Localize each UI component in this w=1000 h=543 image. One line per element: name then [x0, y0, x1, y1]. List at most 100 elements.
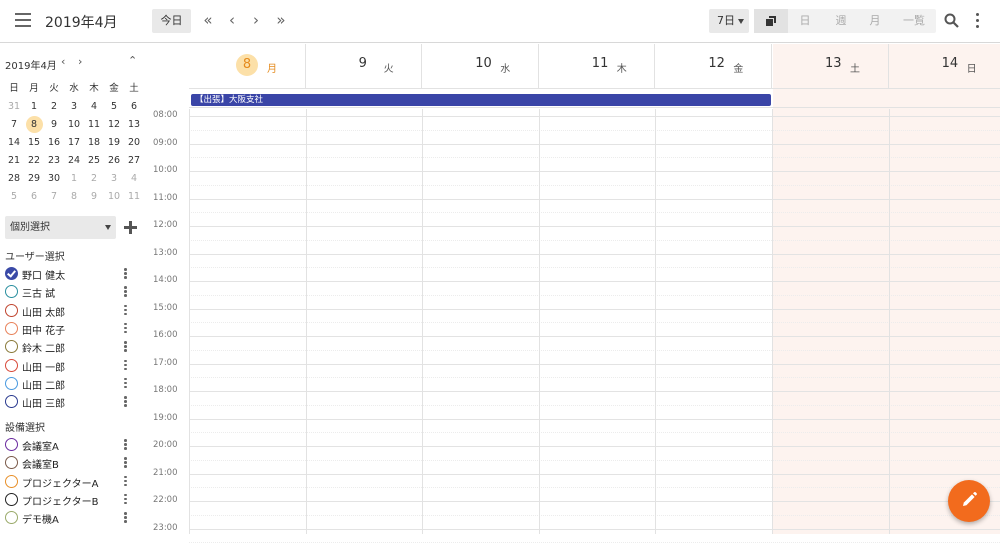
mini-day-cell[interactable]: 1 [64, 170, 84, 188]
mini-day-cell[interactable]: 7 [4, 116, 24, 134]
day-header[interactable]: 12 金 [655, 44, 772, 88]
item-menu-icon[interactable] [124, 359, 127, 372]
mode-button-month[interactable]: 月 [860, 9, 890, 33]
day-header[interactable]: 11 木 [539, 44, 656, 88]
create-event-button[interactable] [948, 480, 990, 522]
mini-day-cell[interactable]: 1 [24, 98, 44, 116]
more-options-icon[interactable] [976, 13, 980, 29]
mini-day-cell[interactable]: 29 [24, 170, 44, 188]
item-menu-icon[interactable] [124, 268, 127, 280]
mini-day-cell[interactable]: 6 [124, 98, 144, 116]
add-icon[interactable] [124, 221, 137, 234]
color-ring-icon[interactable] [5, 285, 18, 299]
today-button[interactable]: 今日 [152, 9, 191, 33]
user-item[interactable]: 山田 太郎 [4, 302, 134, 320]
facility-item[interactable]: デモ機A [4, 509, 134, 527]
collapse-chevron-up-icon[interactable]: ⌃ [128, 54, 137, 67]
double-chevron-right-icon[interactable]: » [272, 11, 290, 29]
mini-day-cell[interactable]: 23 [44, 152, 64, 170]
mini-day-cell[interactable]: 2 [44, 98, 64, 116]
day-header[interactable]: 13 土 [772, 44, 889, 88]
mode-button-day[interactable]: 日 [790, 9, 820, 33]
facility-item[interactable]: プロジェクターB [4, 491, 134, 509]
mini-chevron-left-icon[interactable]: ‹ [61, 55, 65, 68]
color-ring-icon[interactable] [5, 321, 18, 335]
mini-chevron-right-icon[interactable]: › [78, 55, 82, 68]
user-item[interactable]: 山田 一郎 [4, 357, 134, 375]
mini-day-cell[interactable]: 28 [4, 170, 24, 188]
mode-button-multi[interactable] [754, 9, 788, 33]
chevron-right-icon[interactable]: › [247, 11, 265, 29]
mini-day-cell[interactable]: 3 [64, 98, 84, 116]
item-menu-icon[interactable] [124, 396, 127, 408]
mini-day-cell[interactable]: 7 [44, 188, 64, 206]
day-header[interactable]: 14 日 [889, 44, 1000, 88]
mini-day-cell[interactable]: 22 [24, 152, 44, 170]
color-ring-icon[interactable] [5, 303, 18, 317]
item-menu-icon[interactable] [124, 457, 127, 469]
user-item[interactable]: 田中 花子 [4, 320, 134, 338]
user-item[interactable]: 山田 三郎 [4, 393, 134, 411]
mini-day-cell[interactable]: 11 [124, 188, 144, 206]
facility-item[interactable]: 会議室B [4, 454, 134, 472]
mini-day-cell[interactable]: 9 [84, 188, 104, 206]
mini-day-cell[interactable]: 9 [44, 116, 64, 134]
mini-day-cell[interactable]: 10 [104, 188, 124, 206]
item-menu-icon[interactable] [124, 304, 127, 317]
mini-day-cell[interactable]: 10 [64, 116, 84, 134]
mini-day-cell[interactable]: 21 [4, 152, 24, 170]
mini-day-cell[interactable]: 5 [104, 98, 124, 116]
mini-day-cell[interactable]: 27 [124, 152, 144, 170]
facility-item[interactable]: 会議室A [4, 436, 134, 454]
mini-day-cell[interactable]: 3 [104, 170, 124, 188]
item-menu-icon[interactable] [124, 475, 127, 488]
color-ring-icon[interactable] [5, 358, 18, 372]
color-ring-icon[interactable] [5, 511, 18, 525]
color-ring-icon[interactable] [5, 456, 18, 470]
mini-day-cell[interactable]: 16 [44, 134, 64, 152]
mode-button-week[interactable]: 週 [826, 9, 856, 33]
mini-day-cell[interactable]: 20 [124, 134, 144, 152]
facility-item[interactable]: プロジェクターA [4, 473, 134, 491]
mini-day-cell[interactable]: 15 [24, 134, 44, 152]
mini-day-cell[interactable]: 17 [64, 134, 84, 152]
item-menu-icon[interactable] [124, 439, 127, 451]
color-ring-icon[interactable] [5, 376, 18, 390]
item-menu-icon[interactable] [124, 377, 127, 390]
mini-day-cell[interactable]: 30 [44, 170, 64, 188]
user-item[interactable]: 三古 試 [4, 283, 134, 301]
mini-day-cell[interactable]: 4 [124, 170, 144, 188]
mini-day-cell[interactable]: 11 [84, 116, 104, 134]
mini-day-cell[interactable]: 6 [24, 188, 44, 206]
item-menu-icon[interactable] [124, 286, 127, 298]
mini-day-cell[interactable]: 25 [84, 152, 104, 170]
user-item[interactable]: 野口 健太 [4, 265, 134, 283]
color-ring-icon[interactable] [5, 492, 18, 506]
mode-button-list[interactable]: 一覧 [898, 9, 930, 33]
mini-day-cell[interactable]: 8 [24, 116, 44, 134]
mini-day-cell[interactable]: 5 [4, 188, 24, 206]
mini-day-cell[interactable]: 18 [84, 134, 104, 152]
user-item[interactable]: 山田 二郎 [4, 375, 134, 393]
mini-day-cell[interactable]: 13 [124, 116, 144, 134]
item-menu-icon[interactable] [124, 322, 127, 335]
mini-day-cell[interactable]: 14 [4, 134, 24, 152]
item-menu-icon[interactable] [124, 512, 127, 524]
user-item[interactable]: 鈴木 二郎 [4, 338, 134, 356]
search-icon[interactable] [944, 13, 959, 28]
color-ring-icon[interactable] [5, 474, 18, 488]
event-bar[interactable]: 【出張】大阪支社 [191, 94, 771, 106]
chevron-left-icon[interactable]: ‹ [223, 11, 241, 29]
color-ring-icon[interactable] [5, 395, 18, 409]
day-header[interactable]: 9火 [306, 44, 423, 88]
item-menu-icon[interactable] [124, 341, 127, 353]
double-chevron-left-icon[interactable]: « [199, 11, 217, 29]
hamburger-menu-icon[interactable] [15, 13, 31, 29]
time-grid[interactable]: 08:00 09:00 10:00 11:00 12:00 13:00 14:00 15:00… [147, 109, 1000, 543]
mini-day-cell[interactable]: 8 [64, 188, 84, 206]
mini-day-cell[interactable]: 4 [84, 98, 104, 116]
mini-day-cell[interactable]: 31 [4, 98, 24, 116]
checked-circle-icon[interactable] [5, 267, 18, 280]
mini-day-cell[interactable]: 12 [104, 116, 124, 134]
mini-day-cell[interactable]: 24 [64, 152, 84, 170]
